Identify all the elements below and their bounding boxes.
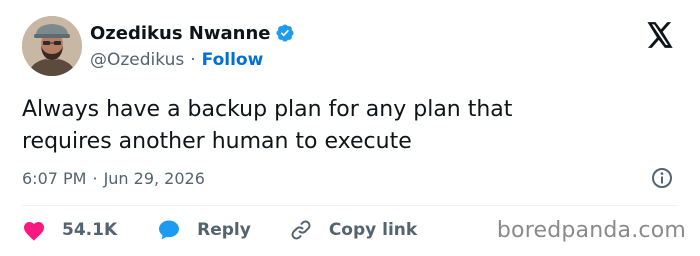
x-logo-icon[interactable] [646,22,674,48]
copy-link-label: Copy link [328,220,418,240]
timestamp-separator: · [92,168,98,188]
like-count: 54.1K [62,220,118,240]
author-handle[interactable]: @Ozedikus [90,50,184,70]
tweet-date: Jun 29, 2026 [103,168,205,188]
author-name-row: Ozedikus Nwanne [90,20,295,46]
avatar[interactable] [22,16,82,76]
tweet-text-line-1: Always have a backup plan for any plan t… [22,97,513,122]
watermark: boredpanda.com [496,218,686,243]
handle-separator: · [190,50,196,70]
tweet-timestamp[interactable]: 6:07 PM · Jun 29, 2026 [22,166,205,190]
copy-link-button[interactable]: Copy link [289,218,417,242]
reply-label: Reply [197,220,251,240]
tweet-time: 6:07 PM [22,168,87,188]
tweet-text: Always have a backup plan for any plan t… [22,94,662,158]
heart-icon [22,219,46,241]
reply-button[interactable]: Reply [157,218,251,242]
tweet-actions: 54.1K Reply Copy link [22,216,417,244]
author-display-name[interactable]: Ozedikus Nwanne [90,23,270,44]
speech-bubble-icon [157,218,181,242]
author-handle-row: @Ozedikus · Follow [90,48,263,72]
info-icon[interactable] [650,166,674,190]
verified-badge-icon [275,23,295,43]
link-icon [289,218,313,242]
like-button[interactable]: 54.1K [22,219,117,241]
follow-button[interactable]: Follow [202,50,264,70]
divider [22,205,678,206]
tweet-text-line-2: requires another human to execute [22,129,412,154]
